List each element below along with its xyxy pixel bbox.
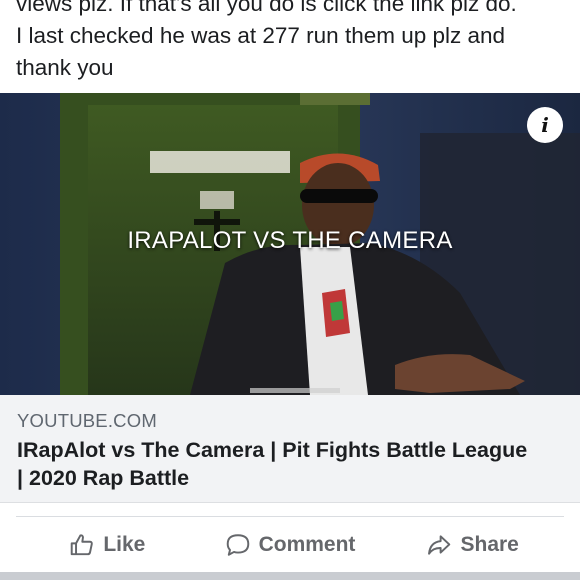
comment-icon [226, 534, 249, 556]
facebook-post: views plz. If that's all you do is click… [0, 0, 580, 580]
post-text-line: views plz. If that's all you do is click… [16, 0, 517, 16]
comment-button[interactable]: Comment [199, 532, 382, 558]
share-arrow-icon [428, 535, 451, 555]
info-icon[interactable]: i [527, 107, 563, 143]
link-title-line: | 2020 Rap Battle [17, 466, 190, 490]
post-text: views plz. If that's all you do is click… [16, 0, 564, 84]
share-label: Share [460, 533, 519, 556]
like-label: Like [103, 533, 146, 556]
post-text-line: thank you [16, 55, 114, 80]
thumbs-up-icon [71, 534, 94, 556]
share-button[interactable]: Share [381, 532, 564, 558]
post-text-line: I last checked he was at 277 run them up… [16, 23, 506, 48]
link-domain: YOUTUBE.COM [17, 410, 157, 431]
link-title-line: IRapAlot vs The Camera | Pit Fights Batt… [17, 438, 528, 462]
video-thumbnail[interactable]: IRAPALOT VS THE CAMERA i [0, 93, 580, 395]
like-button[interactable]: Like [16, 532, 199, 558]
info-glyph: i [541, 113, 549, 137]
feed-separator [0, 572, 580, 580]
post-actions-bar: Like Comment Share [16, 516, 564, 573]
video-overlay-title: IRAPALOT VS THE CAMERA [127, 227, 453, 254]
link-preview[interactable]: YOUTUBE.COM IRapAlot vs The Camera | Pit… [0, 395, 580, 503]
link-title[interactable]: IRapAlot vs The Camera | Pit Fights Batt… [17, 436, 573, 492]
comment-label: Comment [258, 533, 356, 556]
